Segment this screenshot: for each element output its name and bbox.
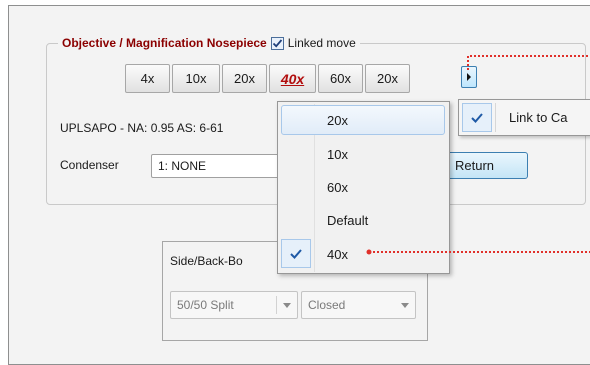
dropdown-item-10x[interactable]: 10x	[327, 147, 348, 162]
side-back-title: Side/Back-Bo	[170, 254, 243, 268]
objective-button-20x-second[interactable]: 20x	[365, 64, 410, 93]
objective-button-20x[interactable]: 20x	[222, 64, 267, 93]
nosepiece-group-header: Objective / Magnification Nosepiece Link…	[58, 34, 360, 52]
split-selected-value: 50/50 Split	[177, 298, 234, 312]
linked-move-checkbox[interactable]	[270, 36, 284, 50]
return-button[interactable]: Return	[443, 152, 528, 179]
link-callout-dots-top	[467, 55, 590, 70]
chevron-down-icon	[283, 303, 291, 308]
objective-button-10x[interactable]: 10x	[172, 64, 220, 93]
nosepiece-title: Objective / Magnification Nosepiece	[62, 36, 267, 50]
dropdown-check-cell	[281, 239, 311, 268]
checkmark-icon	[272, 38, 282, 48]
split-select[interactable]: 50/50 Split	[170, 291, 298, 319]
link-to-camera-item[interactable]: Link to Ca	[509, 110, 568, 125]
dropdown-item-default[interactable]: Default	[327, 213, 368, 228]
link-popup-check-cell[interactable]	[462, 103, 492, 132]
objective-button-4x[interactable]: 4x	[125, 64, 170, 93]
link-popup-separator	[495, 103, 496, 132]
dropdown-item-40x[interactable]: 40x	[327, 247, 348, 262]
linked-move-label: Linked move	[287, 36, 356, 50]
dropdown-hover-highlight	[281, 105, 445, 135]
port-state-selected-value: Closed	[308, 298, 346, 312]
dropdown-item-60x[interactable]: 60x	[327, 180, 348, 195]
dropdown-item-20x[interactable]: 20x	[327, 113, 348, 128]
chevron-down-icon	[401, 303, 409, 308]
link-popup-menu: Link to Ca	[458, 99, 590, 136]
objective-button-60x[interactable]: 60x	[318, 64, 363, 93]
checkmark-icon	[290, 248, 302, 259]
port-state-select[interactable]: Closed	[301, 291, 416, 319]
objective-button-40x[interactable]: 40x	[269, 64, 316, 93]
condenser-select[interactable]: 1: NONE	[151, 154, 281, 178]
link-callout-dots-bottom	[366, 249, 590, 255]
objective-info-text: UPLSAPO - NA: 0.95 AS: 6-61	[60, 121, 224, 135]
condenser-selected-value: 1: NONE	[158, 159, 207, 173]
return-button-label: Return	[455, 158, 495, 173]
chevron-right-icon	[467, 73, 471, 81]
objective-buttons: 4x 10x 20x 40x 60x 20x	[125, 64, 410, 93]
split-select-divider	[276, 296, 277, 314]
condenser-label: Condenser	[60, 158, 119, 172]
checkmark-icon	[471, 112, 483, 123]
